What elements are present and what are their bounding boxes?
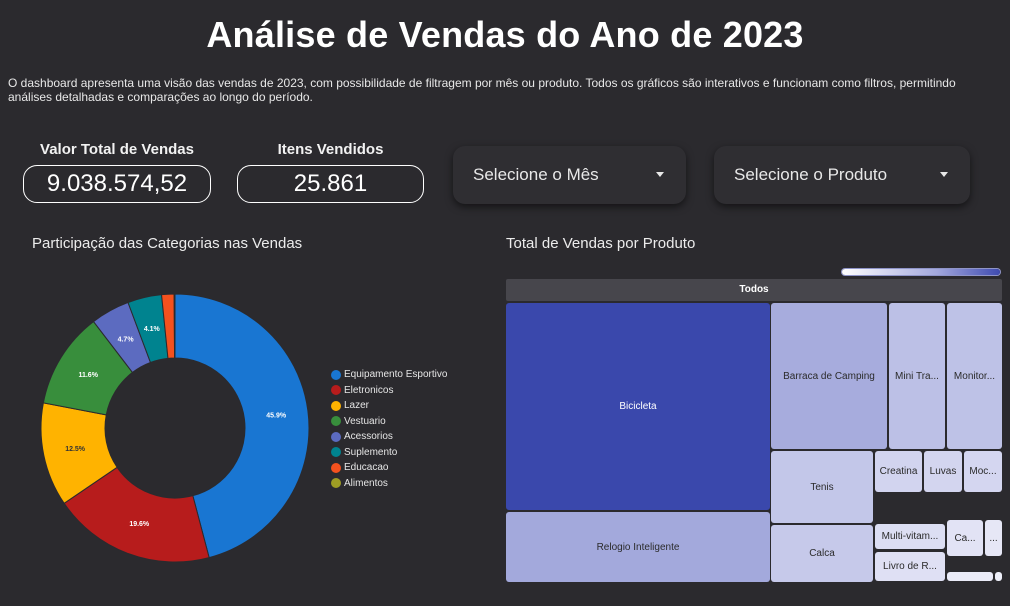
legend-item[interactable]: Vestuario [331,414,447,430]
product-treemap[interactable]: Todos Bicicleta Relogio Inteligente Barrac… [506,279,1002,584]
treemap-tile[interactable]: Creatina [875,451,922,492]
treemap-tile[interactable]: Relogio Inteligente [506,512,770,582]
donut-data-label: 45.9% [266,412,287,419]
legend-item[interactable]: Acessorios [331,429,447,445]
treemap-tile[interactable]: Tenis [771,451,873,523]
donut-title: Participação das Categorias nas Vendas [32,235,303,252]
category-donut-chart[interactable]: 45.9% 19.6% 12.5% 11.6% 4.7% 4.1% [30,285,320,575]
treemap-tile-label: Calca [809,548,835,559]
treemap-color-scale [842,269,1000,275]
donut-legend[interactable]: Equipamento Esportivo Eletronicos Lazer Ves… [331,367,447,491]
legend-label: Suplemento [344,446,398,458]
legend-color-dot [331,447,341,458]
legend-item[interactable]: Suplemento [331,445,447,461]
treemap-tile-label: Relogio Inteligente [596,541,680,553]
total-sales-value: 9.038.574,52 [23,165,211,203]
treemap-tile[interactable]: Calca [771,525,873,582]
treemap-root-header[interactable]: Todos [506,279,1002,301]
month-select-placeholder: Selecione o Mês [473,165,599,184]
legend-item[interactable]: Lazer [331,398,447,414]
legend-color-dot [331,400,341,411]
donut-slice-alimentos[interactable] [173,293,176,359]
product-select-placeholder: Selecione o Produto [734,165,888,184]
month-select[interactable]: Selecione o Mês [453,146,686,204]
treemap-tile-label: Livro de R... [883,561,937,572]
treemap-tile-label: ... [989,532,998,544]
treemap-tile[interactable]: Barraca de Camping [771,303,887,449]
treemap-tile[interactable]: ... [985,520,1002,556]
legend-label: Equipamento Esportivo [344,369,448,381]
items-sold-label: Itens Vendidos [277,141,384,158]
donut-data-label: 11.6% [78,372,98,379]
treemap-tile[interactable]: Ca... [947,520,983,556]
treemap-tile[interactable] [947,572,993,581]
legend-color-dot [331,385,341,396]
treemap-tile-label: Creatina [879,466,918,477]
legend-color-dot [331,369,341,380]
donut-data-label: 4.1% [144,326,161,333]
legend-label: Lazer [344,400,370,412]
treemap-tile[interactable] [995,572,1002,581]
donut-data-label: 4.7% [118,336,135,343]
treemap-tile-label: Monitor... [953,370,996,382]
legend-item[interactable]: Eletronicos [331,383,447,399]
legend-color-dot [331,416,341,427]
treemap-title: Total de Vendas por Produto [506,235,696,252]
donut-data-label: 12.5% [65,446,86,453]
treemap-tile-label: Bicicleta [619,401,657,412]
treemap-tile[interactable]: Moc... [964,451,1002,492]
product-select[interactable]: Selecione o Produto [714,146,970,204]
treemap-tile-label: Moc... [969,466,997,477]
treemap-tile-label: Barraca de Camping [783,370,875,382]
chevron-down-icon [656,172,664,177]
legend-item[interactable]: Alimentos [331,476,447,492]
legend-item[interactable]: Equipamento Esportivo [331,367,447,383]
treemap-tile-label: Ca... [954,532,976,544]
chevron-down-icon [940,172,948,177]
total-sales-label: Valor Total de Vendas [40,141,194,158]
treemap-tile-label: Luvas [929,466,957,477]
treemap-tile[interactable]: Mini Tra... [889,303,945,449]
legend-label: Vestuario [344,415,386,427]
legend-color-dot [331,462,341,473]
treemap-tile-label: Tenis [810,481,834,493]
legend-color-dot [331,431,341,442]
legend-label: Educacao [344,462,389,474]
legend-label: Eletronicos [344,384,394,396]
treemap-tile[interactable]: Livro de R... [875,552,945,581]
treemap-tile-label: Multi-vitam... [881,531,939,542]
donut-data-label: 19.6% [129,521,150,528]
legend-color-dot [331,478,341,489]
page-description: O dashboard apresenta uma visão das vend… [8,76,956,104]
items-sold-value: 25.861 [237,165,424,203]
legend-item[interactable]: Educacao [331,460,447,476]
treemap-tile[interactable]: Bicicleta [506,303,770,510]
legend-label: Acessorios [344,431,393,443]
treemap-tile-label: Mini Tra... [895,370,939,382]
legend-label: Alimentos [344,477,388,489]
page-title: Análise de Vendas do Ano de 2023 [206,14,804,55]
treemap-tile[interactable]: Monitor... [947,303,1002,449]
treemap-tile[interactable]: Luvas [924,451,962,492]
treemap-tile[interactable]: Multi-vitam... [875,524,945,549]
